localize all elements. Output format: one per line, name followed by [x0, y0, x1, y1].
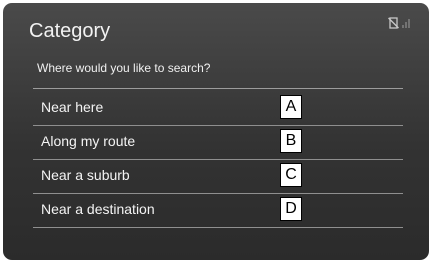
callout-badge: A [280, 95, 302, 119]
page-title: Category [29, 20, 111, 42]
status-bar [388, 16, 411, 34]
option-near-a-destination[interactable]: Near a destination D [33, 194, 403, 228]
option-label: Near here [41, 99, 104, 115]
callout-badge: B [280, 129, 302, 153]
signal-icon [402, 16, 411, 34]
callout-badge: C [280, 163, 302, 187]
option-near-here[interactable]: Near here A [33, 92, 403, 126]
option-label: Near a suburb [41, 167, 130, 183]
option-along-my-route[interactable]: Along my route B [33, 126, 403, 160]
divider [33, 88, 403, 89]
option-label: Along my route [41, 133, 136, 149]
search-prompt: Where would you like to search? [37, 61, 211, 75]
navigation-screen: Category Where would you like to search? [3, 3, 429, 260]
option-near-a-suburb[interactable]: Near a suburb C [33, 160, 403, 194]
callout-badge: D [280, 197, 302, 221]
option-label: Near a destination [41, 201, 155, 217]
search-options-list: Near here A Along my route B Near a subu… [33, 92, 403, 228]
page: Category Where would you like to search? [0, 0, 432, 263]
phone-off-icon [388, 16, 399, 34]
